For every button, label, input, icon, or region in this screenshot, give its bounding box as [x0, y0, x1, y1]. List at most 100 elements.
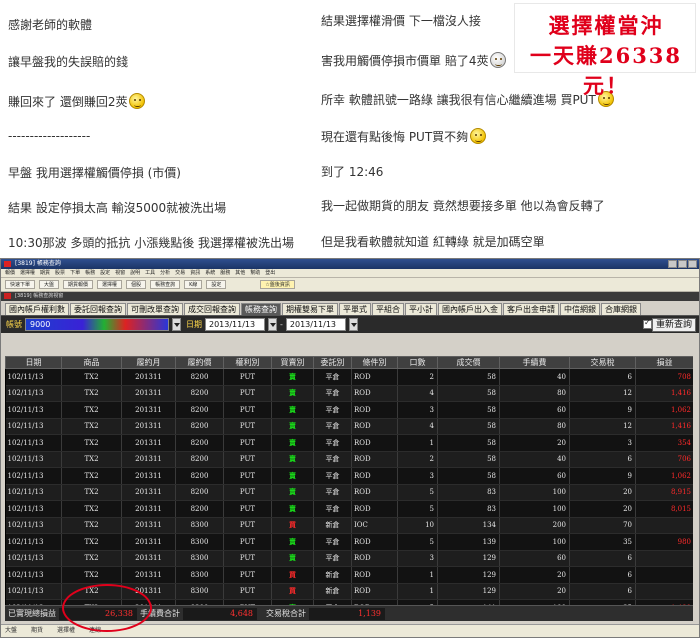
table-cell: 20	[499, 583, 570, 600]
status-item: 期貨	[31, 627, 44, 634]
table-cell: 134	[437, 517, 500, 534]
column-header[interactable]: 手續費	[499, 356, 570, 369]
table-cell: PUT	[223, 467, 272, 485]
after-hours-button[interactable]: ☆盤後資訊	[260, 280, 295, 289]
menu-item[interactable]: 報價	[5, 269, 15, 277]
maximize-icon[interactable]	[678, 260, 687, 268]
column-header[interactable]: 履約價	[175, 356, 224, 369]
tab-9[interactable]: 國內帳戶出入金	[438, 303, 502, 315]
headline-line-1: 選擇權當沖	[548, 13, 664, 38]
table-cell: 58	[437, 368, 500, 386]
menu-item[interactable]: 交易	[175, 269, 185, 277]
menu-item[interactable]: 帳務	[85, 269, 95, 277]
toolbar-button[interactable]: 快速下單	[5, 280, 36, 289]
tab-8[interactable]: 平小計	[405, 303, 437, 315]
column-header[interactable]: 日期	[5, 356, 62, 369]
table-row[interactable]: 102/11/13 TX2 201311 8200 PUT 賣平倉 ROD 5 83 100 20 8…	[5, 500, 693, 518]
tab-4[interactable]: 帳務查詢	[241, 303, 281, 315]
table-cell: 8300	[175, 517, 224, 534]
table-row[interactable]: 102/11/13 TX2 201311 8200 PUT 賣平倉 ROD 5 83 100 20 8…	[5, 484, 693, 501]
tab-11[interactable]: 中信網銀	[560, 303, 600, 315]
chat-message: 早盤 我用選擇權觸價停損 (市價)	[8, 166, 181, 180]
account-select[interactable]: 9000	[25, 318, 169, 331]
menu-item[interactable]: 登出	[265, 269, 275, 277]
menu-item[interactable]: 系統	[205, 269, 215, 277]
column-header[interactable]: 權利別	[223, 356, 272, 369]
menu-item[interactable]: 股票	[55, 269, 65, 277]
chat-message: 到了 12:46	[321, 165, 384, 179]
menu-item[interactable]: 資訊	[190, 269, 200, 277]
tab-3[interactable]: 成交回報查詢	[184, 303, 240, 315]
toolbar-button[interactable]: K線	[184, 280, 203, 289]
table-cell: 賣	[271, 434, 314, 452]
table-cell: 3	[397, 467, 438, 485]
tab-7[interactable]: 平組合	[372, 303, 404, 315]
table-cell: 20	[499, 566, 570, 584]
menu-item[interactable]: 其他	[235, 269, 245, 277]
table-cell: 980	[635, 533, 693, 551]
table-row[interactable]: 102/11/13 TX2 201311 8200 PUT 賣平倉 ROD 1 58 20 3 354	[5, 434, 693, 452]
tab-12[interactable]: 合庫網銀	[601, 303, 641, 315]
menu-item[interactable]: 說明	[130, 269, 140, 277]
date-to-dropdown-icon[interactable]	[348, 318, 358, 331]
menu-item[interactable]: 下單	[70, 269, 80, 277]
column-header[interactable]: 委託別	[313, 356, 352, 369]
tab-5[interactable]: 期權雙易下單	[282, 303, 338, 315]
toolbar-button[interactable]: 設定	[206, 280, 227, 289]
column-header[interactable]: 損益	[635, 356, 693, 369]
table-row[interactable]: 102/11/13 TX2 201311 8200 PUT 賣平倉 ROD 3 58 60 9 1,0…	[5, 467, 693, 485]
date-from-field[interactable]: 2013/11/13	[205, 318, 265, 331]
table-cell: 賣	[271, 533, 314, 551]
column-header[interactable]: 買賣別	[271, 356, 314, 369]
date-from-dropdown-icon[interactable]	[268, 318, 277, 331]
table-row[interactable]: 102/11/13 TX2 201311 8300 PUT 買新倉 IOC 10 134 200 7…	[5, 517, 693, 534]
column-header[interactable]: 口數	[397, 356, 438, 369]
table-cell: 201311	[121, 368, 176, 386]
table-row[interactable]: 102/11/13 TX2 201311 8300 PUT 買新倉 ROD 1 129 20 6	[5, 566, 693, 584]
table-row[interactable]: 102/11/13 TX2 201311 8200 PUT 賣平倉 ROD 4 58 80 12 1,…	[5, 385, 693, 402]
column-header[interactable]: 成交價	[437, 356, 500, 369]
tab-0[interactable]: 國內帳戶權利數	[5, 303, 69, 315]
menu-item[interactable]: 工具	[145, 269, 155, 277]
toolbar-button[interactable]: 帳務查詢	[150, 280, 181, 289]
menu-item[interactable]: 選擇權	[20, 269, 35, 277]
chat-message: 賺回來了 還倒賺回2莢	[8, 93, 146, 110]
date-to-field[interactable]: 2013/11/13	[285, 318, 346, 331]
tab-1[interactable]: 委託回報查詢	[70, 303, 126, 315]
table-cell: 平倉	[313, 550, 352, 567]
menu-item[interactable]: 服務	[220, 269, 230, 277]
column-header[interactable]: 交易稅	[569, 356, 636, 369]
toolbar-button[interactable]: 大盤	[39, 280, 60, 289]
close-icon[interactable]	[688, 260, 697, 268]
table-row[interactable]: 102/11/13 TX2 201311 8200 PUT 賣平倉 ROD 2 58 40 6 706	[5, 451, 693, 468]
option-checkbox[interactable]	[643, 318, 652, 329]
table-row[interactable]: 102/11/13 TX2 201311 8200 PUT 賣平倉 ROD 2 58 40 6 708	[5, 368, 693, 386]
table-cell: 2	[397, 451, 438, 468]
column-header[interactable]: 履約月	[121, 356, 176, 369]
menu-item[interactable]: 期貨	[40, 269, 50, 277]
account-dropdown-icon[interactable]	[172, 318, 181, 331]
table-row[interactable]: 102/11/13 TX2 201311 8200 PUT 賣平倉 ROD 3 58 60 9 1,0…	[5, 401, 693, 419]
table-cell: 201311	[121, 401, 176, 419]
toolbar-button[interactable]: 選擇權	[97, 280, 123, 289]
tab-2[interactable]: 可刪改單查詢	[127, 303, 183, 315]
minimize-icon[interactable]	[668, 260, 677, 268]
tab-6[interactable]: 平單式	[339, 303, 371, 315]
column-header[interactable]: 條件別	[351, 356, 398, 369]
table-cell: 58	[437, 385, 500, 402]
table-cell: 40	[499, 451, 570, 468]
table-cell: PUT	[223, 385, 272, 402]
menu-item[interactable]: 視窗	[115, 269, 125, 277]
table-row[interactable]: 102/11/13 TX2 201311 8200 PUT 賣平倉 ROD 4 58 80 12 1,…	[5, 418, 693, 435]
menu-item[interactable]: 設定	[100, 269, 110, 277]
tab-10[interactable]: 客戶出金申請	[503, 303, 559, 315]
requery-button[interactable]: 重新查詢	[651, 318, 696, 332]
table-cell: ROD	[351, 418, 398, 435]
table-row[interactable]: 102/11/13 TX2 201311 8300 PUT 賣平倉 ROD 5 139 100 35…	[5, 533, 693, 551]
toolbar-button[interactable]: 個股	[126, 280, 147, 289]
toolbar-button[interactable]: 期貨報價	[63, 280, 94, 289]
menu-item[interactable]: 分析	[160, 269, 170, 277]
table-row[interactable]: 102/11/13 TX2 201311 8300 PUT 賣平倉 ROD 3 129 60 6	[5, 550, 693, 567]
column-header[interactable]: 商品	[61, 356, 122, 369]
menu-item[interactable]: 幫助	[250, 269, 260, 277]
